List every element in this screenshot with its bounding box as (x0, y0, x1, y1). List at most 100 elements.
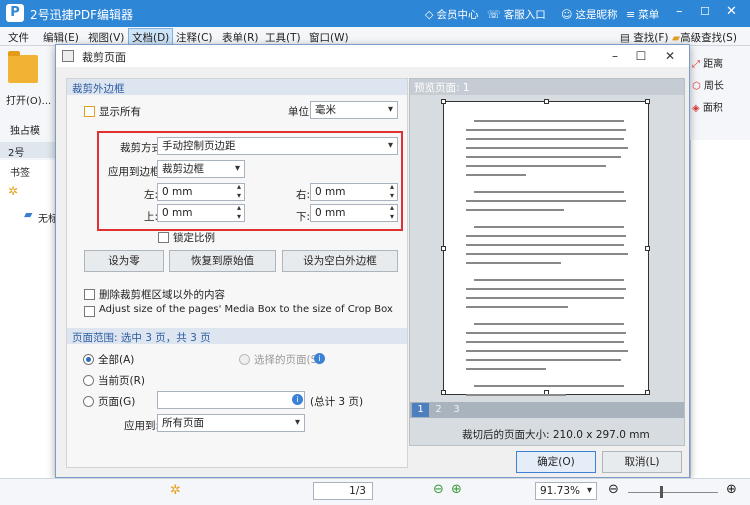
info-icon[interactable]: i (314, 353, 325, 364)
page-thumb-2[interactable]: 2 (430, 403, 447, 417)
member-center-button[interactable]: ◇ 会员中心 (425, 7, 478, 22)
radio-current-page[interactable] (83, 375, 94, 386)
menu-comment[interactable]: 注释(C) (176, 30, 213, 45)
zoom-in-icon[interactable]: ⊕ (726, 482, 737, 497)
page-range-input[interactable] (157, 391, 305, 409)
distance-tool[interactable]: ⤢ 距离 (692, 55, 723, 70)
user-button[interactable]: ☺ 这是昵称 (561, 7, 617, 22)
settings-gear-icon[interactable]: ✲ (170, 483, 181, 498)
crop-handle[interactable] (645, 390, 650, 395)
menu-view[interactable]: 视图(V) (88, 30, 124, 45)
page-thumb-3[interactable]: 3 (448, 403, 465, 417)
minimize-button[interactable]: – (676, 4, 683, 19)
back-icon[interactable]: ⊖ (433, 482, 444, 497)
dialog-close-button[interactable]: ✕ (659, 47, 681, 65)
ok-button[interactable]: 确定(O) (516, 451, 596, 473)
text-line (466, 209, 564, 211)
bottom-margin-input[interactable]: 0 mm (310, 203, 398, 222)
gear-icon[interactable]: ✲ (8, 184, 18, 198)
radio-all[interactable] (83, 354, 94, 365)
main-menu-button[interactable]: ≡ 菜单 (626, 7, 659, 22)
delete-outside-checkbox[interactable] (84, 289, 95, 300)
page-thumb-1[interactable]: 1 (412, 403, 429, 417)
crop-handle[interactable] (645, 99, 650, 104)
adjust-media-box-checkbox[interactable] (84, 306, 95, 317)
doc-tab[interactable]: 2号 (0, 142, 56, 159)
crop-handle[interactable] (645, 246, 650, 251)
crop-handle[interactable] (441, 246, 446, 251)
dialog-minimize-button[interactable]: – (604, 47, 626, 65)
apply-to-select[interactable]: 所有页面 (157, 414, 305, 432)
text-line (466, 235, 626, 237)
zoom-out-icon[interactable]: ⊖ (608, 482, 619, 497)
top-margin-label: 上: (144, 211, 159, 223)
text-line (474, 385, 624, 387)
right-doc-area (690, 140, 750, 478)
crop-handle[interactable] (441, 99, 446, 104)
zoom-slider-handle[interactable] (660, 486, 663, 498)
text-line (474, 120, 624, 122)
menu-edit[interactable]: 编辑(E) (43, 30, 79, 45)
advanced-find-button[interactable]: ▰高级查找(S) (672, 30, 737, 45)
menu-file[interactable]: 文件 (8, 30, 29, 45)
set-blank-margin-button[interactable]: 设为空白外边框 (282, 250, 398, 272)
crop-handle[interactable] (544, 99, 549, 104)
crop-page-dialog: 裁剪页面 – ☐ ✕ 裁剪外边框 显示所有 单位: 毫米 裁剪方式 手动控制页边… (55, 44, 690, 478)
menu-form[interactable]: 表单(R) (222, 30, 259, 45)
dialog-icon (62, 50, 74, 62)
zoom-select[interactable]: 91.73% (535, 482, 597, 500)
top-margin-input[interactable]: 0 mm (157, 203, 245, 222)
apply-to-box-select[interactable]: 裁剪边框 (157, 160, 245, 178)
text-line (466, 174, 526, 176)
cancel-button[interactable]: 取消(L) (602, 451, 682, 473)
user-icon: ☺ (561, 8, 573, 21)
menu-window[interactable]: 窗口(W) (309, 30, 349, 45)
standalone-mode-label[interactable]: 独占模 (10, 122, 40, 137)
apply-to-label: 应用到: (124, 420, 160, 432)
left-margin-input[interactable]: 0 mm (157, 182, 245, 201)
page-thumbnail-strip: 1 2 3 (410, 402, 684, 418)
open-folder-icon[interactable] (8, 51, 38, 83)
info-icon[interactable]: i (292, 394, 303, 405)
area-tool[interactable]: ◈ 面积 (692, 99, 723, 114)
crop-method-select[interactable]: 手动控制页边距 (157, 137, 398, 155)
dialog-maximize-button[interactable]: ☐ (630, 47, 652, 65)
text-line (466, 262, 561, 264)
folder-find-icon: ▰ (672, 32, 681, 44)
bottom-toolbar: ✲ 1/3 ⊖ ⊕ 91.73% ⊖ ⊕ (0, 478, 750, 505)
right-margin-label: 右: (296, 189, 311, 201)
menu-tools[interactable]: 工具(T) (265, 30, 301, 45)
page-preview[interactable] (441, 99, 650, 396)
dialog-titlebar: 裁剪页面 – ☐ ✕ (56, 45, 689, 67)
text-line (474, 279, 624, 281)
left-margin-label: 左: (144, 189, 159, 201)
text-line (466, 129, 626, 131)
forward-icon[interactable]: ⊕ (451, 482, 462, 497)
support-button[interactable]: ☏ 客服入口 (487, 7, 546, 22)
close-button[interactable]: ✕ (726, 4, 737, 19)
right-margin-input[interactable]: 0 mm (310, 182, 398, 201)
show-all-checkbox[interactable] (84, 106, 95, 117)
crop-method-label: 裁剪方式 (120, 142, 162, 154)
radio-pages[interactable] (83, 396, 94, 407)
text-line (466, 200, 626, 202)
text-line (466, 350, 628, 352)
perimeter-tool[interactable]: ⬡ 周长 (692, 77, 724, 92)
unit-select[interactable]: 毫米 (310, 101, 398, 119)
find-button[interactable]: ▤ 查找(F) (620, 30, 669, 45)
radio-selected-pages[interactable] (239, 354, 250, 365)
text-line (474, 323, 624, 325)
open-button-label[interactable]: 打开(O)... (6, 92, 51, 107)
text-line (466, 138, 624, 140)
text-line (466, 332, 626, 334)
radio-pages-label: 页面(G) (98, 396, 136, 408)
cropped-size-label: 裁切后的页面大小: 210.0 x 297.0 mm (462, 429, 650, 441)
set-zero-button[interactable]: 设为零 (84, 250, 164, 272)
lock-ratio-checkbox[interactable] (158, 232, 169, 243)
page-number-input[interactable]: 1/3 (313, 482, 373, 500)
crop-handle[interactable] (441, 390, 446, 395)
zoom-slider[interactable] (628, 492, 718, 493)
restore-original-button[interactable]: 恢复到原始值 (169, 250, 276, 272)
maximize-button[interactable]: ☐ (700, 5, 710, 18)
text-line (466, 394, 566, 396)
